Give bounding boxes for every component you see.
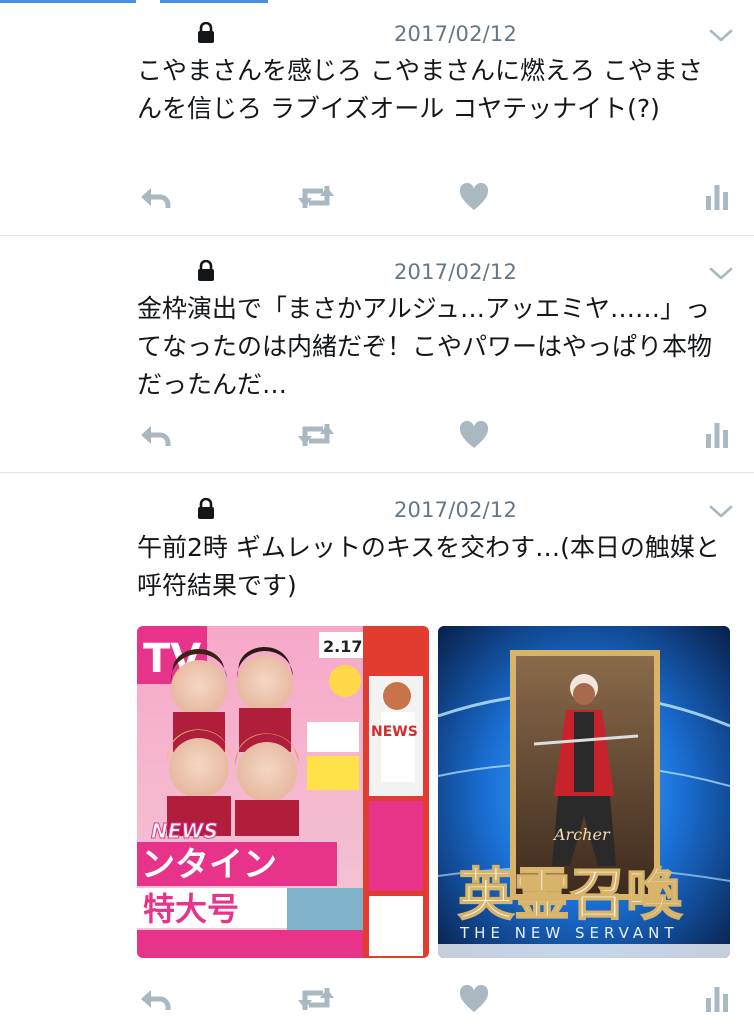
reply-icon[interactable] (138, 420, 172, 450)
tweet-date: 2017/02/12 (394, 498, 518, 522)
tweet-actions (0, 984, 754, 1014)
magazine-date: 2.17 (323, 637, 362, 656)
analytics-icon[interactable] (705, 182, 729, 212)
media-photo-summon[interactable]: Archer 英霊召喚 THE NEW SERVANT (438, 626, 730, 958)
tweet-actions (0, 182, 754, 212)
tweet-actions (0, 420, 754, 450)
magazine-headline-1: ンタイン (141, 845, 277, 885)
magazine-headline-2: 特大号 (143, 890, 239, 928)
chevron-down-icon[interactable] (708, 504, 734, 520)
summon-subtitle: THE NEW SERVANT (459, 924, 679, 942)
tweet-text: こやまさんを感じろ こやまさんに燃えろ こやまさんを信じろ ラブイズオール コヤ… (137, 56, 703, 123)
summon-title: 英霊召喚 (458, 862, 683, 928)
tweet-text: 金枠演出で「まさかアルジュ…アッエミヤ……」ってなったのは内緒だぞ！こやパワーは… (137, 294, 713, 399)
summon-image: Archer 英霊召喚 THE NEW SERVANT (438, 626, 730, 958)
magazine-image: TV 2.17 NEWS NEWS ンタイン 特大号 (137, 626, 429, 958)
reply-icon[interactable] (138, 984, 172, 1014)
tweet[interactable]: 2017/02/12 こやまさんを感じろ こやまさんに燃えろ こやまさんを信じろ… (0, 0, 754, 236)
retweet-icon[interactable] (296, 420, 336, 450)
analytics-icon[interactable] (705, 420, 729, 450)
summon-class-label: Archer (552, 825, 611, 844)
chevron-down-icon[interactable] (708, 266, 734, 282)
media-photo-magazine[interactable]: TV 2.17 NEWS NEWS ンタイン 特大号 (137, 626, 429, 958)
tweet-date: 2017/02/12 (394, 260, 518, 284)
retweet-icon[interactable] (296, 984, 336, 1014)
lock-icon (198, 260, 214, 281)
magazine-group-label: NEWS (151, 819, 218, 843)
like-icon[interactable] (459, 420, 489, 450)
tweet-date: 2017/02/12 (394, 22, 518, 46)
analytics-icon[interactable] (705, 984, 729, 1014)
tweet-text: 午前2時 ギムレットのキスを交わす…(本日の触媒と呼符結果です) (137, 533, 720, 600)
retweet-icon[interactable] (296, 182, 336, 212)
like-icon[interactable] (459, 984, 489, 1014)
magazine-spine-label: NEWS (371, 724, 418, 740)
like-icon[interactable] (459, 182, 489, 212)
reply-icon[interactable] (138, 182, 172, 212)
tweet[interactable]: 2017/02/12 金枠演出で「まさかアルジュ…アッエミヤ……」ってなったのは… (0, 236, 754, 473)
chevron-down-icon[interactable] (708, 28, 734, 44)
lock-icon (198, 498, 214, 519)
lock-icon (198, 22, 214, 43)
